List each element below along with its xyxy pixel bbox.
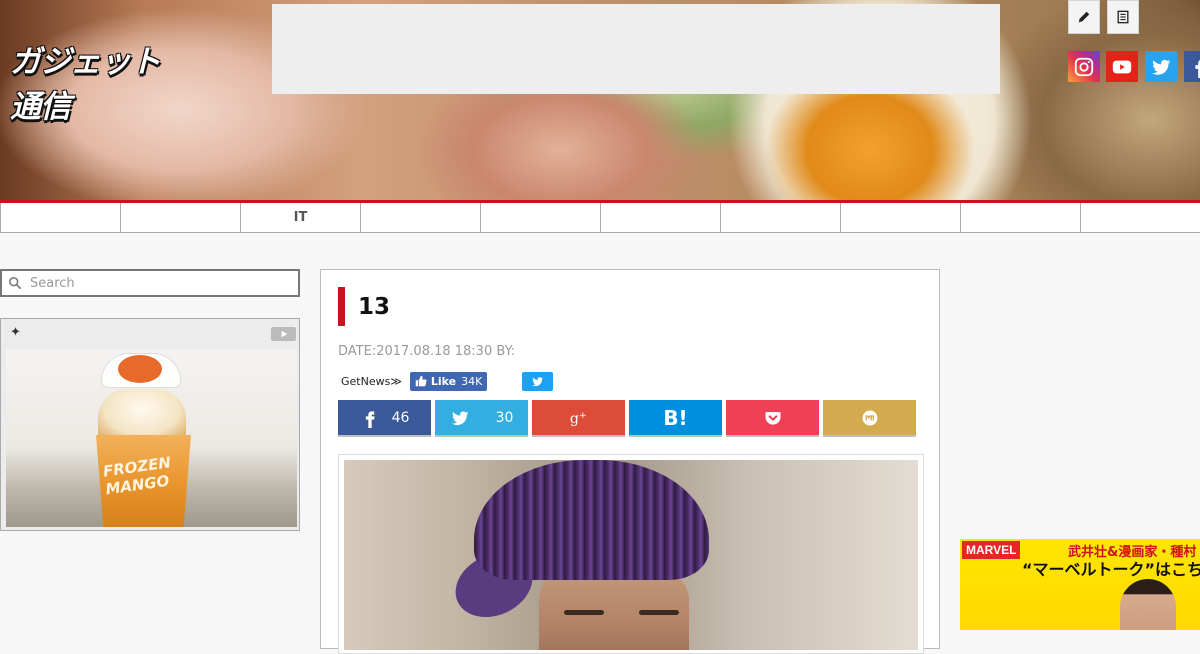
cup-cream — [98, 389, 186, 439]
right-ad-person-image — [1120, 579, 1176, 630]
nav-item[interactable] — [120, 203, 240, 232]
nav-item[interactable] — [960, 203, 1080, 232]
nav-item[interactable] — [480, 203, 600, 232]
logo-text: ガジェット通信 — [10, 44, 161, 125]
marvel-logo: MARVEL — [962, 541, 1021, 559]
sidebar-ad-image[interactable]: FROZEN MANGO — [6, 349, 297, 527]
facebook-like-label: Like — [430, 374, 457, 388]
nav-item[interactable] — [1080, 203, 1200, 232]
nav-item-it[interactable]: IT — [240, 203, 360, 232]
right-ad[interactable]: MARVEL 武井壮&漫画家・種村 “マーベルトーク”はこち — [960, 539, 1200, 630]
search-icon — [8, 276, 22, 290]
nav-item[interactable] — [600, 203, 720, 232]
image-eyebrow-right — [639, 610, 679, 615]
article-image[interactable] — [344, 460, 918, 650]
share-buttons: 46 30 g + B! — [338, 400, 920, 435]
twitter-share-count: 30 — [495, 409, 514, 426]
facebook-like-count: 34K — [461, 374, 483, 388]
search-input[interactable] — [30, 275, 290, 291]
search-box — [0, 269, 300, 297]
ad-choices-icon[interactable]: ✦ — [10, 325, 21, 340]
main-nav: IT — [0, 200, 1200, 233]
share-row-small: GetNews≫ Like 34K — [338, 371, 554, 391]
right-ad-line2: “マーベルトーク”はこち — [1022, 560, 1200, 579]
video-icon — [271, 327, 296, 341]
instagram-icon — [1074, 57, 1094, 76]
article-meta: DATE:2017.08.18 18:30 BY: — [338, 344, 516, 359]
nav-item[interactable] — [0, 203, 120, 232]
instagram-link[interactable] — [1068, 51, 1100, 82]
tweet-mini-button[interactable] — [522, 371, 554, 391]
svg-text:+: + — [579, 410, 587, 421]
title-accent-bar — [338, 287, 345, 326]
edit-button[interactable] — [1068, 0, 1100, 34]
twitter-share-button[interactable]: 30 — [435, 400, 528, 435]
svg-text:g: g — [569, 411, 578, 427]
googleplus-share-button[interactable]: g + — [532, 400, 625, 435]
cup-label — [118, 355, 162, 383]
mixi-share-button[interactable] — [823, 400, 916, 435]
facebook-share-button[interactable]: 46 — [338, 400, 431, 435]
hatena-bookmark-button[interactable]: B! — [629, 400, 722, 435]
googleplus-icon: g + — [569, 410, 587, 427]
nav-item[interactable] — [720, 203, 840, 232]
nav-item[interactable] — [840, 203, 960, 232]
facebook-icon — [365, 410, 375, 428]
hatena-icon: B! — [663, 405, 688, 430]
thumbs-up-icon — [415, 375, 427, 387]
article: 13 DATE:2017.08.18 18:30 BY: GetNews≫ Li… — [320, 269, 940, 654]
twitter-link[interactable] — [1145, 51, 1177, 82]
facebook-like-button[interactable]: Like 34K — [409, 371, 488, 391]
nav-item[interactable] — [360, 203, 480, 232]
pencil-icon — [1078, 11, 1090, 23]
pocket-share-button[interactable] — [726, 400, 819, 435]
top-ad-banner[interactable] — [272, 4, 1000, 94]
article-title: 13 — [358, 294, 391, 320]
article-image-frame — [338, 454, 924, 654]
twitter-icon — [1152, 59, 1171, 75]
getnews-link[interactable]: GetNews≫ — [341, 375, 402, 388]
twitter-icon — [532, 376, 544, 386]
facebook-icon — [1195, 59, 1200, 78]
youtube-link[interactable] — [1106, 51, 1138, 82]
document-icon — [1117, 10, 1129, 24]
site-header: ガジェット通信 — [0, 0, 1200, 200]
site-logo[interactable]: ガジェット通信 — [10, 36, 186, 125]
facebook-share-count: 46 — [391, 409, 410, 426]
pocket-icon — [765, 411, 780, 425]
mixi-icon — [862, 410, 877, 425]
sidebar-ad[interactable]: ✦ FROZEN MANGO — [0, 318, 300, 531]
twitter-icon — [451, 410, 469, 425]
list-button[interactable] — [1107, 0, 1139, 34]
image-hair — [474, 460, 709, 580]
image-eyebrow-left — [564, 610, 604, 615]
youtube-icon — [1112, 60, 1132, 73]
facebook-link[interactable] — [1184, 51, 1200, 82]
